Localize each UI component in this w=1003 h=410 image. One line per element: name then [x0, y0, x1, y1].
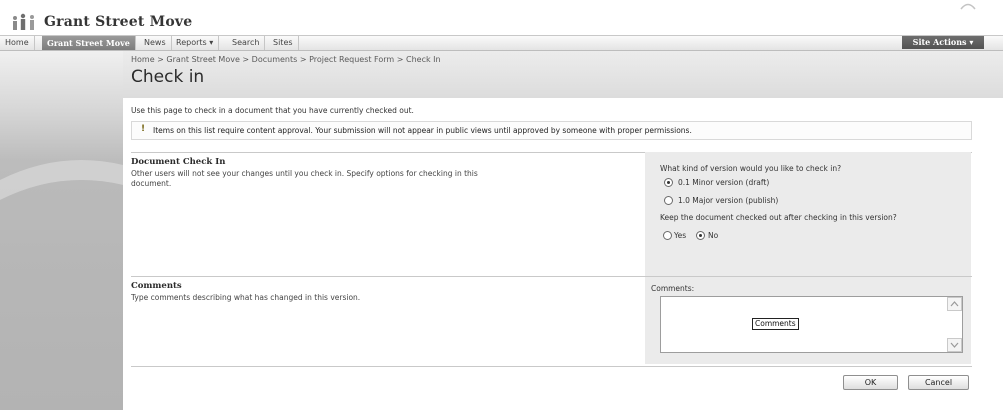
major-version-radio[interactable]	[664, 196, 673, 205]
left-swoosh-decoration	[0, 160, 123, 230]
tab-sites[interactable]: Sites	[268, 36, 299, 50]
breadcrumb: Home > Grant Street Move > Documents > P…	[131, 55, 441, 64]
comments-textarea[interactable]	[660, 296, 963, 353]
tab-search[interactable]: Search	[227, 36, 266, 50]
comments-tooltip: Comments	[752, 318, 799, 330]
page-title: Check in	[131, 67, 205, 87]
tab-reports[interactable]: Reports ▾	[171, 36, 220, 50]
left-navigation-panel	[0, 51, 123, 410]
breadcrumb-home[interactable]: Home	[131, 55, 155, 64]
major-version-label[interactable]: 1.0 Major version (publish)	[678, 196, 778, 205]
breadcrumb-documents[interactable]: Documents	[252, 55, 298, 64]
checkin-description-line: document.	[131, 179, 172, 188]
minor-version-radio[interactable]	[664, 178, 673, 187]
comments-field-label: Comments:	[651, 284, 695, 293]
approval-notice: ! Items on this list require content app…	[131, 121, 972, 140]
scroll-down-arrow-icon[interactable]	[947, 338, 962, 352]
breadcrumb-separator: >	[394, 55, 406, 64]
corner-decoration	[960, 3, 976, 10]
exclamation-icon: !	[141, 124, 146, 134]
tab-home[interactable]: Home	[0, 36, 35, 50]
breadcrumb-separator: >	[154, 55, 167, 64]
keep-yes-label[interactable]: Yes	[674, 231, 686, 240]
keep-yes-radio[interactable]	[663, 231, 672, 240]
page-description: Use this page to check in a document tha…	[131, 106, 414, 115]
approval-notice-text: Items on this list require content appro…	[153, 126, 692, 135]
site-title[interactable]: Grant Street Move	[44, 14, 192, 30]
checkin-section-description: Other users will not see your changes un…	[131, 169, 478, 189]
site-actions-button[interactable]: Site Actions ▾	[902, 36, 984, 49]
keep-no-label[interactable]: No	[708, 231, 718, 240]
tab-news[interactable]: News	[139, 36, 172, 50]
breadcrumb-separator: >	[297, 55, 310, 64]
checkin-section-title: Document Check In	[131, 157, 226, 167]
scroll-up-arrow-icon[interactable]	[947, 297, 962, 311]
breadcrumb-current: Check In	[406, 55, 441, 64]
breadcrumb-grant-street-move[interactable]: Grant Street Move	[166, 55, 239, 64]
comments-section-description: Type comments describing what has change…	[131, 293, 361, 302]
version-question: What kind of version would you like to c…	[660, 164, 842, 173]
tab-grant-street-move[interactable]: Grant Street Move	[42, 36, 136, 50]
ok-button[interactable]: OK	[843, 375, 898, 390]
keep-no-radio[interactable]	[696, 231, 705, 240]
cancel-button[interactable]: Cancel	[908, 375, 969, 390]
comments-section-title: Comments	[131, 281, 182, 291]
top-nav-bar: Home Grant Street Move News Reports ▾ Se…	[0, 35, 1003, 51]
people-logo-icon[interactable]	[11, 13, 37, 31]
section-divider	[131, 366, 972, 367]
minor-version-label[interactable]: 0.1 Minor version (draft)	[678, 178, 769, 187]
keep-checked-out-question: Keep the document checked out after chec…	[660, 213, 897, 222]
breadcrumb-project-request-form[interactable]: Project Request Form	[309, 55, 394, 64]
breadcrumb-separator: >	[239, 55, 252, 64]
checkin-description-line: Other users will not see your changes un…	[131, 169, 478, 178]
